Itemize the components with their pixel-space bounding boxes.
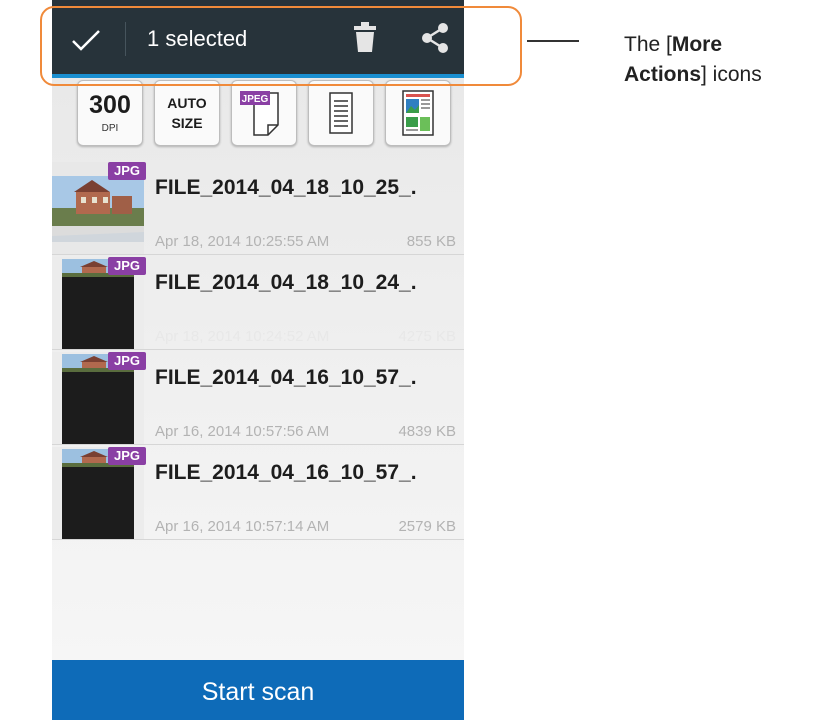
file-date: Apr 16, 2014 10:57:14 AM: [155, 518, 330, 535]
file-size: 855 KB: [406, 233, 456, 250]
file-type-badge: JPG: [108, 352, 146, 370]
annotation-prefix: The [: [624, 33, 672, 56]
jpeg-format-icon: JPEG: [240, 91, 279, 136]
dpi-button[interactable]: 300 DPI: [77, 80, 143, 146]
file-date: Apr 18, 2014 10:24:52 AM: [155, 328, 330, 345]
file-date: Apr 16, 2014 10:57:56 AM: [155, 423, 330, 440]
document-icon: [329, 92, 353, 134]
file-size: 4839 KB: [398, 423, 456, 440]
file-size: 2579 KB: [398, 518, 456, 535]
file-date: Apr 18, 2014 10:25:55 AM: [155, 233, 330, 250]
document-type-button[interactable]: [308, 80, 374, 146]
list-item[interactable]: JPG FILE_2014_04_16_10_57_. Apr 16, 2014…: [52, 352, 464, 445]
phone-screen: 1 selected 300 DPI AUTO SIZE JPEG JPG FI…: [52, 0, 464, 720]
annotation-text: The [More Actions] icons: [624, 30, 762, 90]
scan-settings-toolbar: 300 DPI AUTO SIZE JPEG: [77, 78, 457, 150]
color-mode-button[interactable]: [385, 80, 451, 146]
auto-size-line2: SIZE: [171, 115, 203, 131]
photo-document-icon: [402, 90, 434, 136]
annotation-line2: Actions] icons: [624, 60, 762, 90]
dpi-value: 300: [89, 91, 131, 119]
auto-size-button[interactable]: AUTO SIZE: [154, 80, 220, 146]
list-item[interactable]: JPG FILE_2014_04_18_10_25_. Apr 18, 2014…: [52, 162, 464, 255]
auto-size-label: AUTO SIZE: [155, 93, 219, 133]
file-size: 4275 KB: [398, 328, 456, 345]
jpeg-label: JPEG: [242, 94, 269, 105]
file-type-badge: JPG: [108, 257, 146, 275]
annotation-line1: The [More: [624, 30, 762, 60]
file-name: FILE_2014_04_18_10_24_.: [155, 271, 417, 294]
annotation-suffix: ] icons: [701, 63, 762, 86]
file-name: FILE_2014_04_18_10_25_.: [155, 176, 417, 199]
annotation-leader-line: [527, 40, 579, 42]
annotation-bold-actions: Actions: [624, 63, 702, 86]
file-name: FILE_2014_04_16_10_57_.: [155, 461, 417, 484]
auto-size-line1: AUTO: [167, 95, 207, 111]
file-type-badge: JPG: [108, 162, 146, 180]
dpi-unit: DPI: [101, 123, 119, 134]
file-format-button[interactable]: JPEG: [231, 80, 297, 146]
start-scan-button[interactable]: Start scan: [52, 660, 464, 720]
list-item[interactable]: JPG FILE_2014_04_16_10_57_. Apr 16, 2014…: [52, 447, 464, 540]
list-item[interactable]: JPG FILE_2014_04_18_10_24_. Apr 18, 2014…: [52, 257, 464, 350]
annotation-bold-more: More: [671, 33, 723, 56]
file-name: FILE_2014_04_16_10_57_.: [155, 366, 417, 389]
file-type-badge: JPG: [108, 447, 146, 465]
more-actions-highlight: [40, 6, 522, 86]
